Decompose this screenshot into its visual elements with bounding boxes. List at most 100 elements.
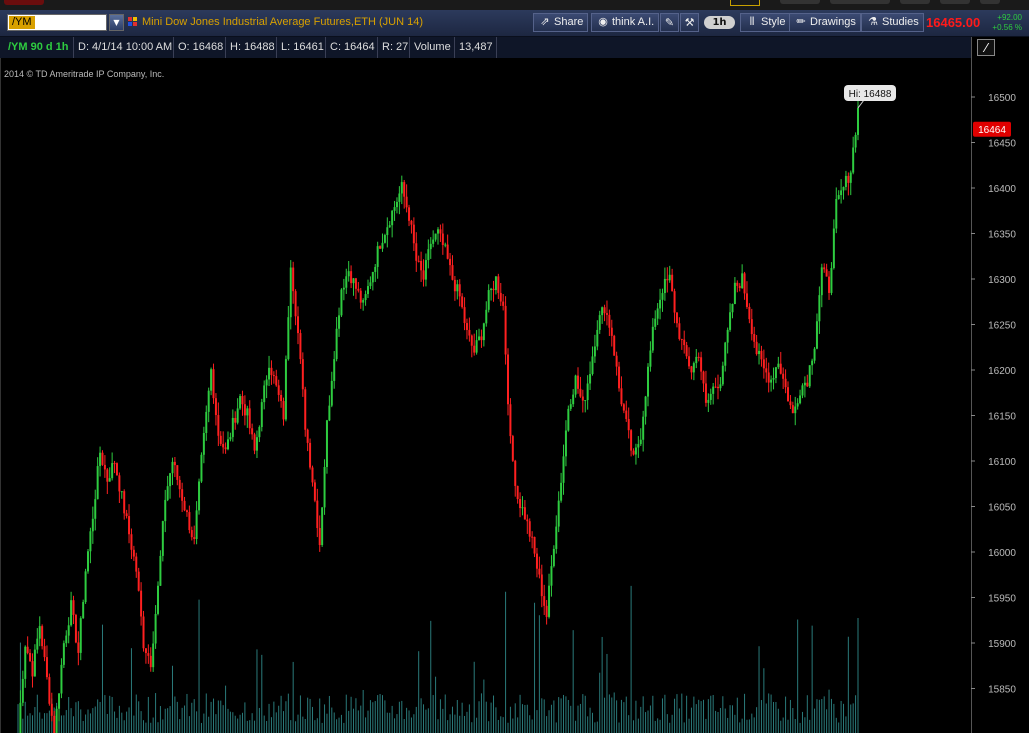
candle-body — [765, 368, 768, 373]
candle-body — [140, 590, 143, 617]
candle-body — [292, 267, 295, 292]
candle-body — [791, 405, 794, 414]
candle-body — [622, 404, 625, 411]
candle-body — [45, 657, 48, 678]
candle-body — [297, 316, 299, 334]
candle-body — [354, 278, 357, 289]
candle-body — [96, 466, 99, 500]
candle-body — [84, 571, 87, 603]
candle-body — [567, 408, 570, 431]
candle-body — [596, 329, 599, 347]
candle-body — [579, 388, 582, 397]
candle-body — [403, 182, 406, 197]
candle-body — [108, 478, 111, 482]
y-tick-label: 16450 — [988, 139, 1016, 150]
y-tick-label: 16050 — [988, 503, 1016, 514]
candle-body — [813, 348, 816, 361]
candle-body — [432, 239, 435, 244]
candle-body — [540, 574, 543, 597]
candle-body — [721, 365, 724, 385]
candle-body — [330, 380, 333, 406]
candle-body — [528, 521, 531, 537]
candle-body — [325, 420, 328, 468]
candle-body — [803, 382, 806, 386]
candle-body — [427, 249, 430, 261]
candle-body — [200, 454, 203, 482]
candle-body — [562, 456, 565, 483]
candle-body — [157, 585, 159, 614]
candle-body — [453, 279, 456, 292]
candle-body — [284, 359, 287, 420]
candle-body — [497, 276, 500, 293]
candle-body — [309, 442, 312, 468]
candle-body — [313, 482, 316, 501]
candle-body — [147, 653, 150, 656]
candle-body — [603, 307, 606, 314]
candle-body — [41, 626, 44, 647]
candle-body — [470, 335, 473, 346]
candle-body — [405, 196, 408, 208]
candle-body — [99, 452, 102, 467]
candle-body — [709, 393, 712, 400]
candle-body — [523, 507, 526, 520]
candle-body — [533, 536, 536, 554]
candle-body — [844, 175, 847, 187]
y-tick-label: 15950 — [988, 594, 1016, 605]
candle-body — [685, 345, 688, 357]
candle-body — [572, 394, 575, 405]
candle-body — [253, 434, 256, 451]
candle-body — [550, 566, 553, 586]
candle-body — [207, 390, 210, 412]
candle-body — [787, 387, 789, 402]
candle-body — [166, 486, 169, 500]
y-tick-label: 16100 — [988, 457, 1016, 468]
candle-body — [531, 536, 534, 538]
candle-body — [468, 329, 471, 336]
candle-body — [299, 333, 302, 360]
candle-body — [246, 408, 249, 416]
candle-body — [661, 293, 664, 300]
candle-body — [53, 715, 56, 733]
candle-body — [376, 246, 379, 267]
candle-body — [222, 443, 225, 448]
candle-body — [663, 278, 666, 294]
candle-body — [205, 411, 208, 434]
y-tick-label: 16200 — [988, 366, 1016, 377]
candle-body — [115, 463, 118, 476]
candle-body — [499, 292, 502, 302]
candlestick-chart: 16500 16450 16400 16350 16300 16250 16200 16150… — [17, 85, 1016, 733]
candle-body — [808, 365, 811, 387]
candle-body — [383, 235, 386, 243]
candle-body — [632, 450, 635, 455]
candle-body — [224, 447, 227, 450]
candle-body — [760, 350, 763, 360]
candle-body — [70, 600, 73, 626]
candle-body — [473, 345, 476, 353]
candle-body — [128, 516, 131, 535]
candle-body — [680, 338, 683, 340]
candle-body — [463, 307, 466, 324]
candle-body — [159, 555, 162, 586]
candle-body — [367, 286, 369, 295]
candle-body — [357, 288, 360, 291]
candle-body — [359, 290, 362, 303]
candle-body — [94, 499, 97, 519]
candle-body — [818, 295, 821, 322]
candle-body — [770, 379, 773, 383]
candle-body — [444, 244, 447, 246]
candle-body — [251, 428, 254, 435]
candle-body — [577, 375, 579, 389]
candle-body — [601, 307, 604, 316]
candle-body — [282, 401, 285, 420]
candle-body — [504, 305, 507, 355]
y-tick-label: 16400 — [988, 184, 1016, 195]
candle-body — [668, 274, 671, 281]
candle-body — [656, 308, 659, 319]
candle-body — [188, 512, 191, 531]
candle-body — [374, 266, 377, 272]
candle-body — [465, 323, 468, 330]
candle-body — [733, 282, 736, 304]
candle-body — [65, 635, 68, 644]
candle-body — [362, 300, 365, 303]
candle-body — [811, 360, 814, 366]
